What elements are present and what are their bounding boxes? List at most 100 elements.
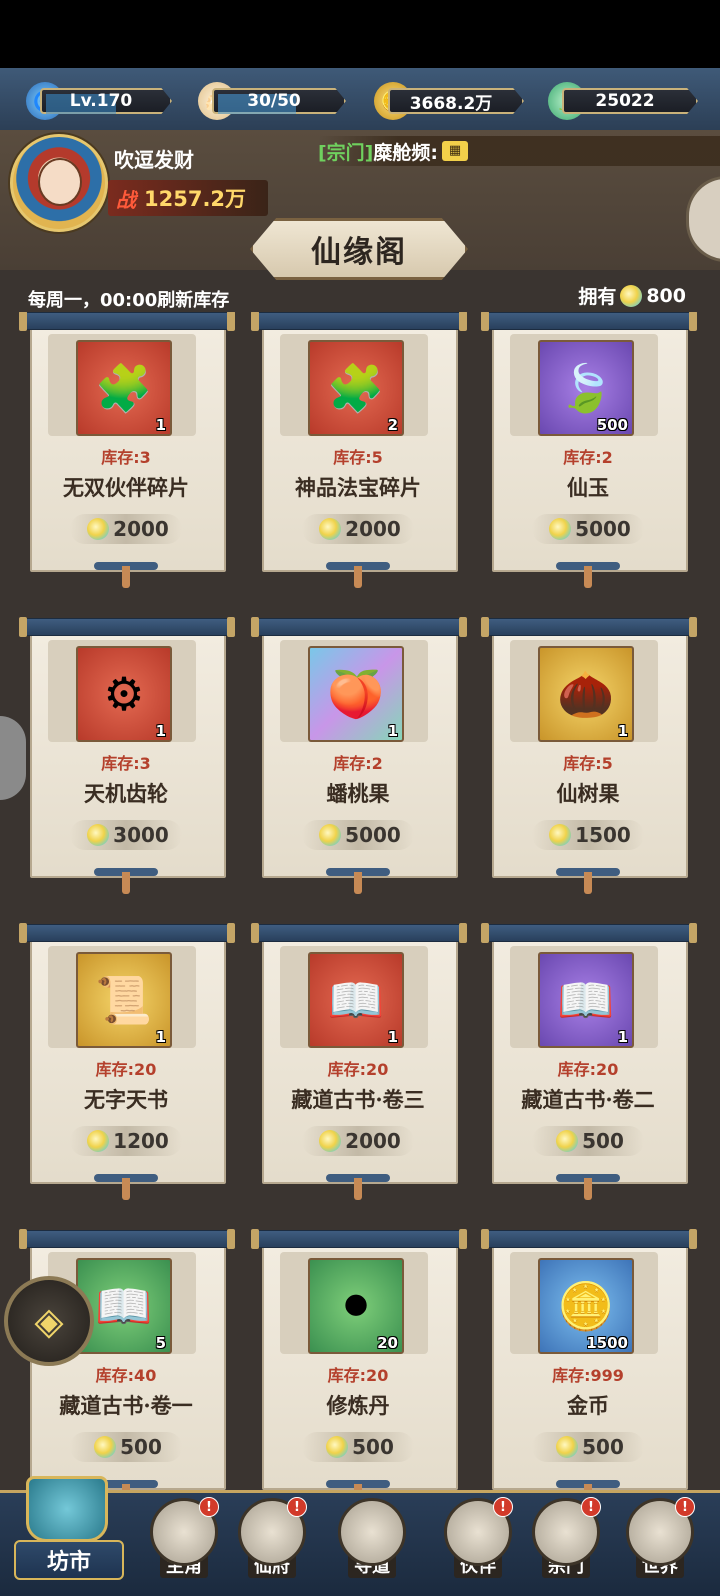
item-icon-box[interactable]: 🧩 2 bbox=[308, 340, 404, 436]
stamina-indicator[interactable]: 🥟 30/50 bbox=[198, 82, 346, 120]
item-icon-box[interactable]: ⚙ 1 bbox=[76, 646, 172, 742]
buy-price-button[interactable]: 500 bbox=[302, 1432, 414, 1462]
nav-item[interactable]: 寻道 bbox=[334, 1498, 410, 1588]
item-name: 藏道古书·卷二 bbox=[521, 1087, 655, 1112]
item-icon-box[interactable]: 📖 1 bbox=[538, 952, 634, 1048]
scroll-tassel bbox=[354, 566, 362, 588]
spirit-coin-icon bbox=[549, 824, 572, 846]
notification-badge: ! bbox=[199, 1497, 219, 1517]
scroll-rod bbox=[481, 617, 697, 637]
item-stock: 库存:5 bbox=[333, 448, 383, 467]
shop-item-card[interactable]: 🌰 1 库存:5 仙树果 1500 bbox=[481, 617, 697, 894]
sect-icon: ! bbox=[532, 1497, 601, 1566]
item-price: 2000 bbox=[345, 517, 401, 541]
spirit-coin-icon bbox=[319, 518, 342, 540]
item-icon-box[interactable]: 🪙 1500 bbox=[538, 1258, 634, 1354]
item-name: 藏道古书·卷一 bbox=[59, 1393, 193, 1418]
nav-item[interactable]: ! 主角 bbox=[146, 1497, 222, 1588]
stamina-text: 30/50 bbox=[247, 91, 301, 111]
scroll-tassel bbox=[584, 1178, 592, 1200]
buy-price-button[interactable]: 500 bbox=[532, 1432, 644, 1462]
spirit-coin-icon bbox=[620, 284, 643, 307]
buy-price-button[interactable]: 500 bbox=[532, 1126, 644, 1156]
item-price: 1200 bbox=[113, 1129, 169, 1153]
jade-text: 25022 bbox=[595, 91, 655, 111]
item-icon-box[interactable]: ⚫ 20 bbox=[308, 1258, 404, 1354]
shop-item-card[interactable]: 🍑 1 库存:2 蟠桃果 5000 bbox=[251, 617, 467, 894]
scroll-rod bbox=[19, 617, 235, 637]
buy-price-button[interactable]: 1200 bbox=[70, 1126, 182, 1156]
item-quantity: 1 bbox=[617, 1028, 628, 1046]
shop-item-card[interactable]: ⚫ 20 库存:20 修炼丹 500 bbox=[251, 1229, 467, 1492]
item-icon-box[interactable]: 🍃 500 bbox=[538, 340, 634, 436]
gold-indicator[interactable]: 🪙 3668.2万 bbox=[374, 82, 524, 120]
item-stock: 库存:2 bbox=[563, 448, 613, 467]
item-stock: 库存:999 bbox=[552, 1366, 624, 1385]
item-icon-box[interactable]: 🧩 1 bbox=[76, 340, 172, 436]
spirit-coin-icon bbox=[326, 1436, 349, 1458]
scroll-tassel bbox=[354, 1178, 362, 1200]
buy-price-button[interactable]: 1500 bbox=[532, 820, 644, 850]
scroll-rod bbox=[19, 923, 235, 943]
item-stock: 库存:5 bbox=[563, 754, 613, 773]
buy-price-button[interactable]: 5000 bbox=[532, 514, 644, 544]
item-stock: 库存:20 bbox=[327, 1060, 389, 1079]
spirit-coin-icon bbox=[319, 824, 342, 846]
shop-title-plate: 仙缘阁 bbox=[250, 218, 468, 280]
mansion-icon: ! bbox=[238, 1497, 307, 1566]
buy-price-button[interactable]: 500 bbox=[70, 1432, 182, 1462]
nav-item[interactable]: ! 世界 bbox=[622, 1497, 698, 1588]
emoji-icon: ▦ bbox=[441, 141, 468, 161]
item-stock: 库存:20 bbox=[327, 1366, 389, 1385]
shop-item-card[interactable]: 🧩 1 库存:3 无双伙伴碎片 2000 bbox=[19, 312, 235, 588]
chat-marquee[interactable]: [宗门] 糜舱频: ▦ bbox=[318, 136, 720, 166]
shop-item-card[interactable]: 📖 1 库存:20 藏道古书·卷二 500 bbox=[481, 923, 697, 1200]
item-icon-box[interactable]: 📜 1 bbox=[76, 952, 172, 1048]
item-name: 仙树果 bbox=[556, 781, 620, 806]
shop-item-card[interactable]: 📖 1 库存:20 藏道古书·卷三 2000 bbox=[251, 923, 467, 1200]
item-price: 500 bbox=[120, 1435, 162, 1459]
nav-item[interactable]: ! 仙府 bbox=[234, 1497, 310, 1588]
shop-item-card[interactable]: 🪙 1500 库存:999 金币 500 bbox=[481, 1229, 697, 1492]
scroll-tassel bbox=[584, 872, 592, 894]
shop-item-card[interactable]: 🍃 500 库存:2 仙玉 5000 bbox=[481, 312, 697, 588]
buy-price-button[interactable]: 3000 bbox=[70, 820, 182, 850]
owned-currency: 拥有 800 bbox=[578, 282, 686, 309]
buy-price-button[interactable]: 5000 bbox=[302, 820, 414, 850]
jade-indicator[interactable]: 🍃 25022 bbox=[548, 82, 698, 120]
item-quantity: 1 bbox=[387, 1028, 398, 1046]
scroll-rod bbox=[481, 1229, 697, 1249]
nav-item[interactable]: ! 伙伴 bbox=[440, 1497, 516, 1588]
buy-price-button[interactable]: 2000 bbox=[302, 1126, 414, 1156]
item-quantity: 1 bbox=[155, 722, 166, 740]
spirit-coin-icon bbox=[94, 1436, 117, 1458]
spirit-coin-icon bbox=[87, 518, 110, 540]
nav-item[interactable]: ! 宗门 bbox=[528, 1497, 604, 1588]
item-price: 1500 bbox=[575, 823, 631, 847]
shop-item-card[interactable]: 🧩 2 库存:5 神品法宝碎片 2000 bbox=[251, 312, 467, 588]
level-indicator[interactable]: 🌀 Lv.170 bbox=[26, 82, 172, 120]
buy-price-button[interactable]: 2000 bbox=[302, 514, 414, 544]
item-name: 无双伙伴碎片 bbox=[63, 475, 189, 500]
item-stock: 库存:3 bbox=[101, 448, 151, 467]
item-icon-box[interactable]: 📖 1 bbox=[308, 952, 404, 1048]
item-quantity: 1 bbox=[155, 416, 166, 434]
nav-market[interactable]: 坊市 bbox=[8, 1476, 126, 1588]
scroll-rod bbox=[251, 1229, 467, 1249]
shop-title: 仙缘阁 bbox=[311, 235, 407, 270]
back-arrow-button[interactable]: ◈ bbox=[4, 1276, 94, 1366]
shop-grid: 🧩 1 库存:3 无双伙伴碎片 2000 🧩 2 库存:5 神品法宝碎片 2000 🍃 500 库存:2… bbox=[0, 312, 720, 1492]
item-price: 500 bbox=[582, 1129, 624, 1153]
item-price: 500 bbox=[582, 1435, 624, 1459]
item-stock: 库存:40 bbox=[95, 1366, 157, 1385]
item-icon-box[interactable]: 🍑 1 bbox=[308, 646, 404, 742]
shop-item-card[interactable]: 📜 1 库存:20 无字天书 1200 bbox=[19, 923, 235, 1200]
item-icon-box[interactable]: 🌰 1 bbox=[538, 646, 634, 742]
item-price: 3000 bbox=[113, 823, 169, 847]
shop-item-card[interactable]: ⚙ 1 库存:3 天机齿轮 3000 bbox=[19, 617, 235, 894]
diamond-arrow-icon: ◈ bbox=[34, 1299, 64, 1343]
item-quantity: 1 bbox=[155, 1028, 166, 1046]
refresh-note: 每周一，00:00刷新库存 bbox=[28, 290, 230, 311]
buy-price-button[interactable]: 2000 bbox=[70, 514, 182, 544]
spirit-coin-icon bbox=[87, 1130, 110, 1152]
